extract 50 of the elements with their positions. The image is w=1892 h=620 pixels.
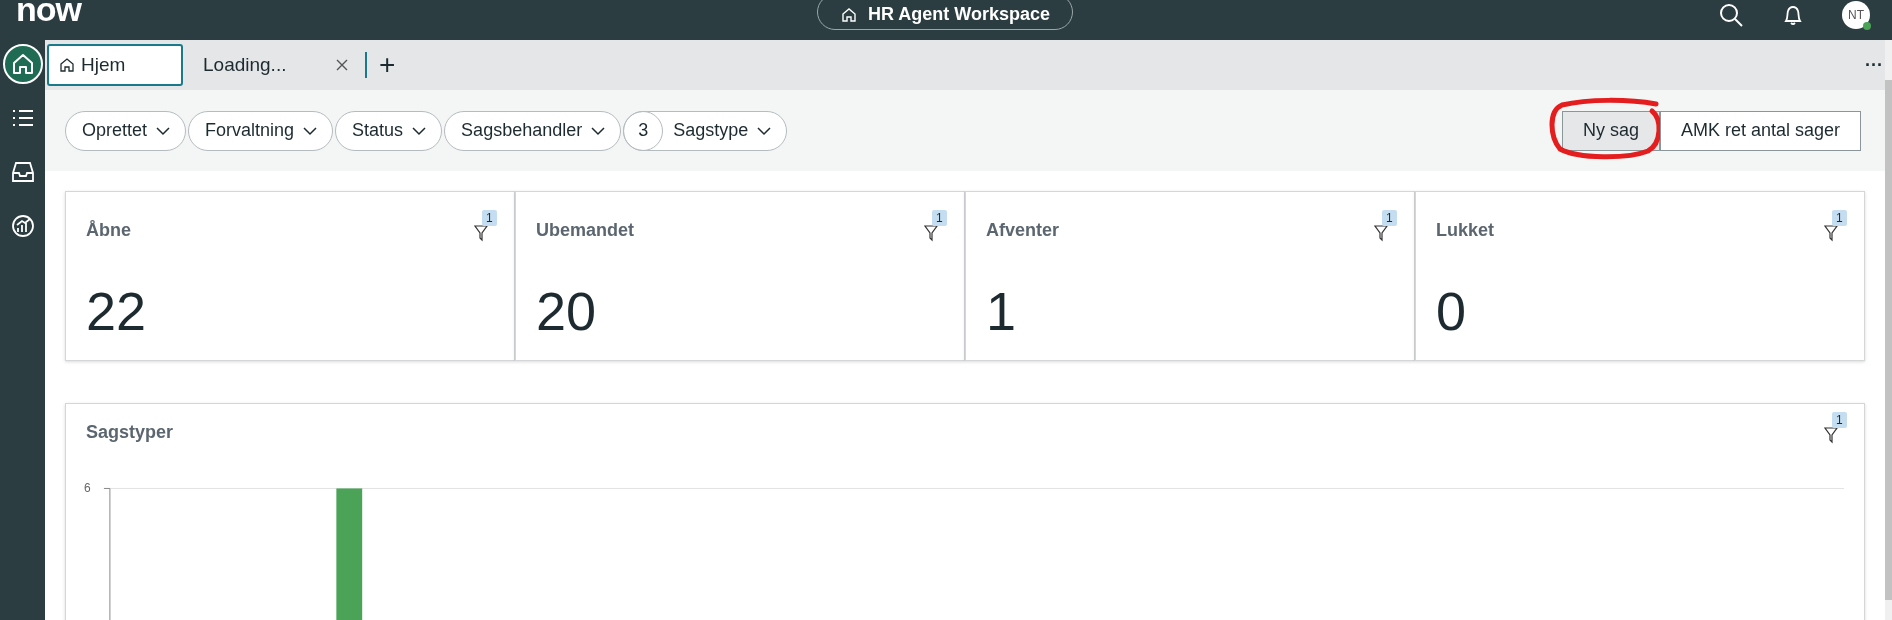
filter-badge: 1	[932, 210, 947, 226]
filter-badge: 1	[1382, 210, 1397, 226]
filter-dropdown[interactable]: Status	[335, 110, 443, 151]
add-tab-button[interactable]: +	[371, 49, 404, 81]
search-icon[interactable]	[1718, 2, 1744, 28]
inbox-icon	[9, 159, 36, 185]
axis-tick-label: 6	[84, 481, 92, 495]
chevron-icon	[411, 125, 428, 136]
stat-card[interactable]: Lukket 1 0	[1415, 191, 1865, 361]
card-value: 20	[536, 280, 598, 342]
filter-dropdown[interactable]: 3 Sagstype	[623, 110, 788, 151]
chevron-icon	[302, 125, 319, 136]
filter-badge: 1	[1832, 412, 1847, 428]
card-value: 22	[86, 280, 148, 342]
card-value: 0	[1436, 280, 1468, 342]
filter-icon[interactable]	[474, 224, 488, 242]
chart-title: Sagstyper	[86, 422, 174, 443]
card-title: Ubemandet	[536, 220, 634, 241]
scrollbar[interactable]	[1885, 40, 1892, 620]
card-title: Afventer	[986, 220, 1060, 241]
user-avatar[interactable]: NT	[1842, 1, 1870, 29]
logo[interactable]: now	[16, 0, 81, 29]
stat-card[interactable]: Afventer 1 1	[965, 191, 1415, 361]
filter-badge: 1	[482, 210, 497, 226]
filter-icon[interactable]	[1824, 224, 1838, 242]
home-nav-button[interactable]	[2, 44, 43, 84]
filter-icon[interactable]	[1374, 224, 1388, 242]
home-icon	[839, 5, 858, 24]
action-button[interactable]: AMK ret antal sager	[1659, 110, 1861, 151]
filter-dropdown[interactable]: Sagsbehandler	[444, 110, 622, 151]
stat-card[interactable]: Åbne 1 22	[65, 191, 515, 361]
workspace-tab[interactable]: Loading...	[183, 44, 359, 86]
filter-badge: 1	[1832, 210, 1847, 226]
workspace-tab[interactable]: Hjem	[47, 44, 183, 86]
chevron-icon	[590, 125, 607, 136]
home-icon	[59, 57, 75, 73]
card-value: 1	[986, 280, 1018, 342]
more-button[interactable]: ···	[1863, 54, 1885, 76]
action-button[interactable]: Ny sag	[1561, 110, 1660, 151]
filter-icon[interactable]	[1824, 426, 1838, 444]
chevron-icon	[756, 125, 773, 136]
card-title: Lukket	[1436, 220, 1495, 241]
close-icon[interactable]	[335, 58, 349, 72]
card-title: Åbne	[86, 220, 131, 241]
chevron-icon	[155, 125, 172, 136]
filter-dropdown[interactable]: Oprettet	[65, 110, 187, 151]
filter-dropdown[interactable]: Forvaltning	[188, 110, 334, 151]
filter-icon[interactable]	[924, 224, 938, 242]
chart-icon	[9, 213, 36, 239]
stat-card[interactable]: Ubemandet 1 20	[515, 191, 965, 361]
